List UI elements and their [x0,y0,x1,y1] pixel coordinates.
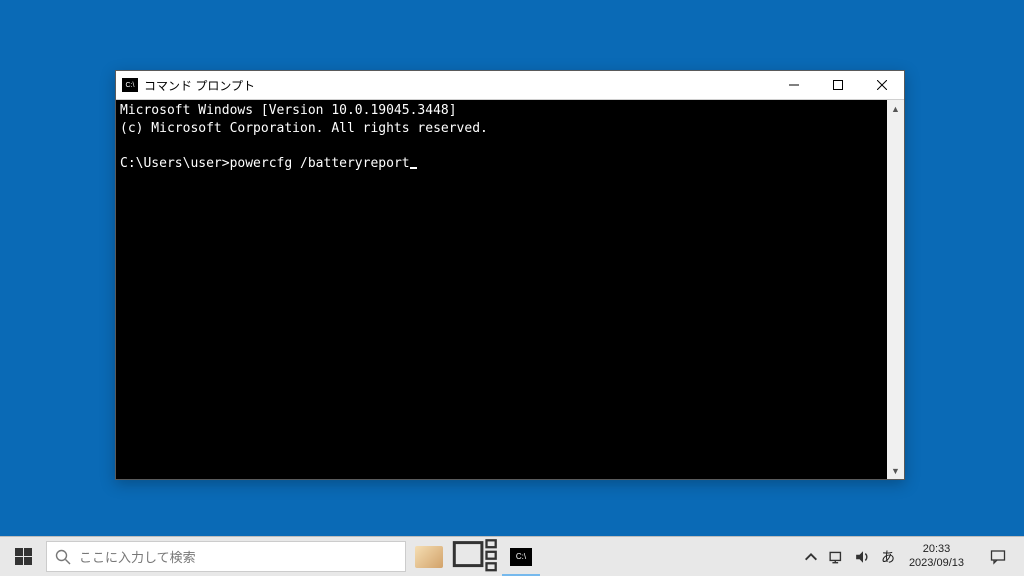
terminal-line: Microsoft Windows [Version 10.0.19045.34… [120,103,457,118]
terminal-line: (c) Microsoft Corporation. All rights re… [120,121,488,136]
taskbar-item-cmd[interactable]: C:\ [498,537,544,576]
search-input[interactable]: ここに入力して検索 [46,541,406,572]
windows-icon [15,548,32,565]
action-center-button[interactable] [978,549,1018,565]
cursor [410,167,417,169]
task-view-icon [452,538,498,575]
search-placeholder: ここに入力して検索 [79,547,196,566]
notification-icon [990,549,1006,565]
tray-chevron-icon[interactable] [803,549,819,565]
volume-icon[interactable] [855,549,871,565]
clock-time: 20:33 [909,543,964,556]
maximize-button[interactable] [816,71,860,99]
taskbar-item-thumbnail[interactable] [406,537,452,576]
terminal-output[interactable]: Microsoft Windows [Version 10.0.19045.34… [116,100,887,479]
cmd-icon [122,78,138,92]
task-view-button[interactable] [452,537,498,576]
scrollbar[interactable]: ▲ ▼ [887,100,904,479]
app-thumbnail-icon [415,546,443,568]
system-tray: あ 20:33 2023/09/13 [803,537,1024,576]
command-prompt-window: コマンド プロンプト Microsoft Windows [Version 10… [115,70,905,480]
titlebar[interactable]: コマンド プロンプト [116,71,904,99]
terminal-prompt: C:\Users\user> [120,156,230,171]
desktop: コマンド プロンプト Microsoft Windows [Version 10… [0,0,1024,576]
taskbar: ここに入力して検索 C:\ [0,536,1024,576]
scroll-up-button[interactable]: ▲ [887,100,904,117]
minimize-button[interactable] [772,71,816,99]
scroll-down-button[interactable]: ▼ [887,462,904,479]
start-button[interactable] [0,537,46,576]
window-title: コマンド プロンプト [144,77,255,94]
cmd-taskbar-icon: C:\ [510,548,532,566]
close-button[interactable] [860,71,904,99]
clock-date: 2023/09/13 [909,557,964,570]
search-icon [55,549,71,565]
clock[interactable]: 20:33 2023/09/13 [905,543,968,569]
terminal-command: powercfg /batteryreport [230,156,410,171]
network-icon[interactable] [829,549,845,565]
ime-indicator[interactable]: あ [881,547,895,567]
